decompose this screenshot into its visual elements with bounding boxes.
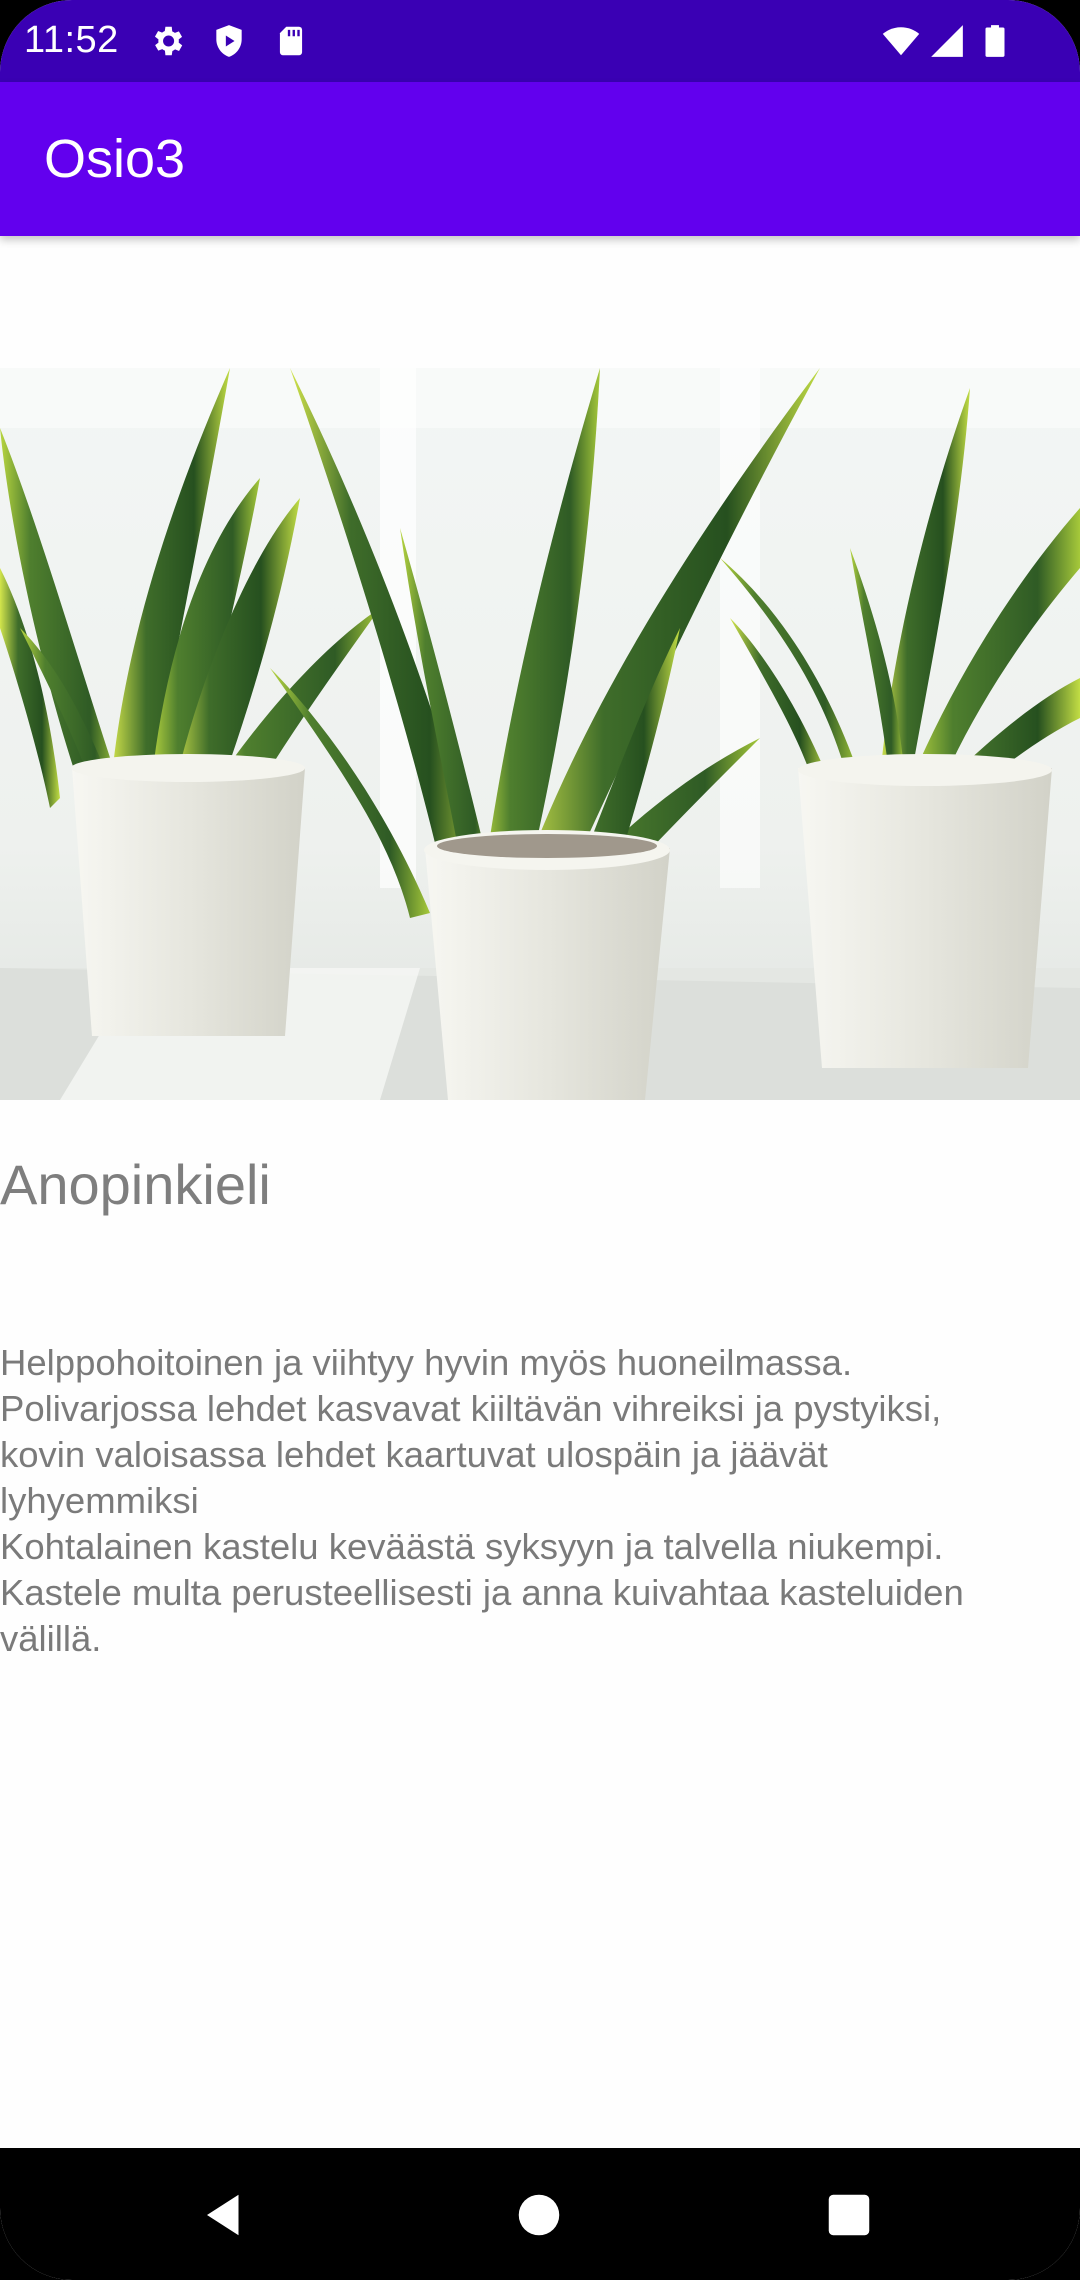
navigation-bar — [0, 2148, 1080, 2280]
sd-card-icon — [272, 22, 310, 60]
plant-image — [0, 368, 1080, 1100]
cell-signal-icon — [928, 22, 966, 60]
phone-screen: 11:52 Osio3 Anopinkieli Helppohoitoinen … — [0, 0, 1080, 2280]
wifi-icon — [880, 22, 922, 60]
app-title: Osio3 — [44, 129, 186, 189]
plant-name: Anopinkieli — [0, 1153, 271, 1216]
app-bar: Osio3 — [0, 82, 1080, 236]
status-bar: 11:52 — [0, 0, 1080, 82]
home-icon[interactable] — [512, 2188, 566, 2242]
status-time: 11:52 — [24, 19, 119, 61]
recents-icon[interactable] — [822, 2188, 876, 2242]
back-icon[interactable] — [198, 2188, 252, 2242]
settings-icon — [148, 22, 186, 60]
shield-play-icon — [210, 22, 248, 60]
plant-description: Helppohoitoinen ja viihtyy hyvin myös hu… — [0, 1342, 964, 1659]
battery-icon — [976, 22, 1014, 60]
